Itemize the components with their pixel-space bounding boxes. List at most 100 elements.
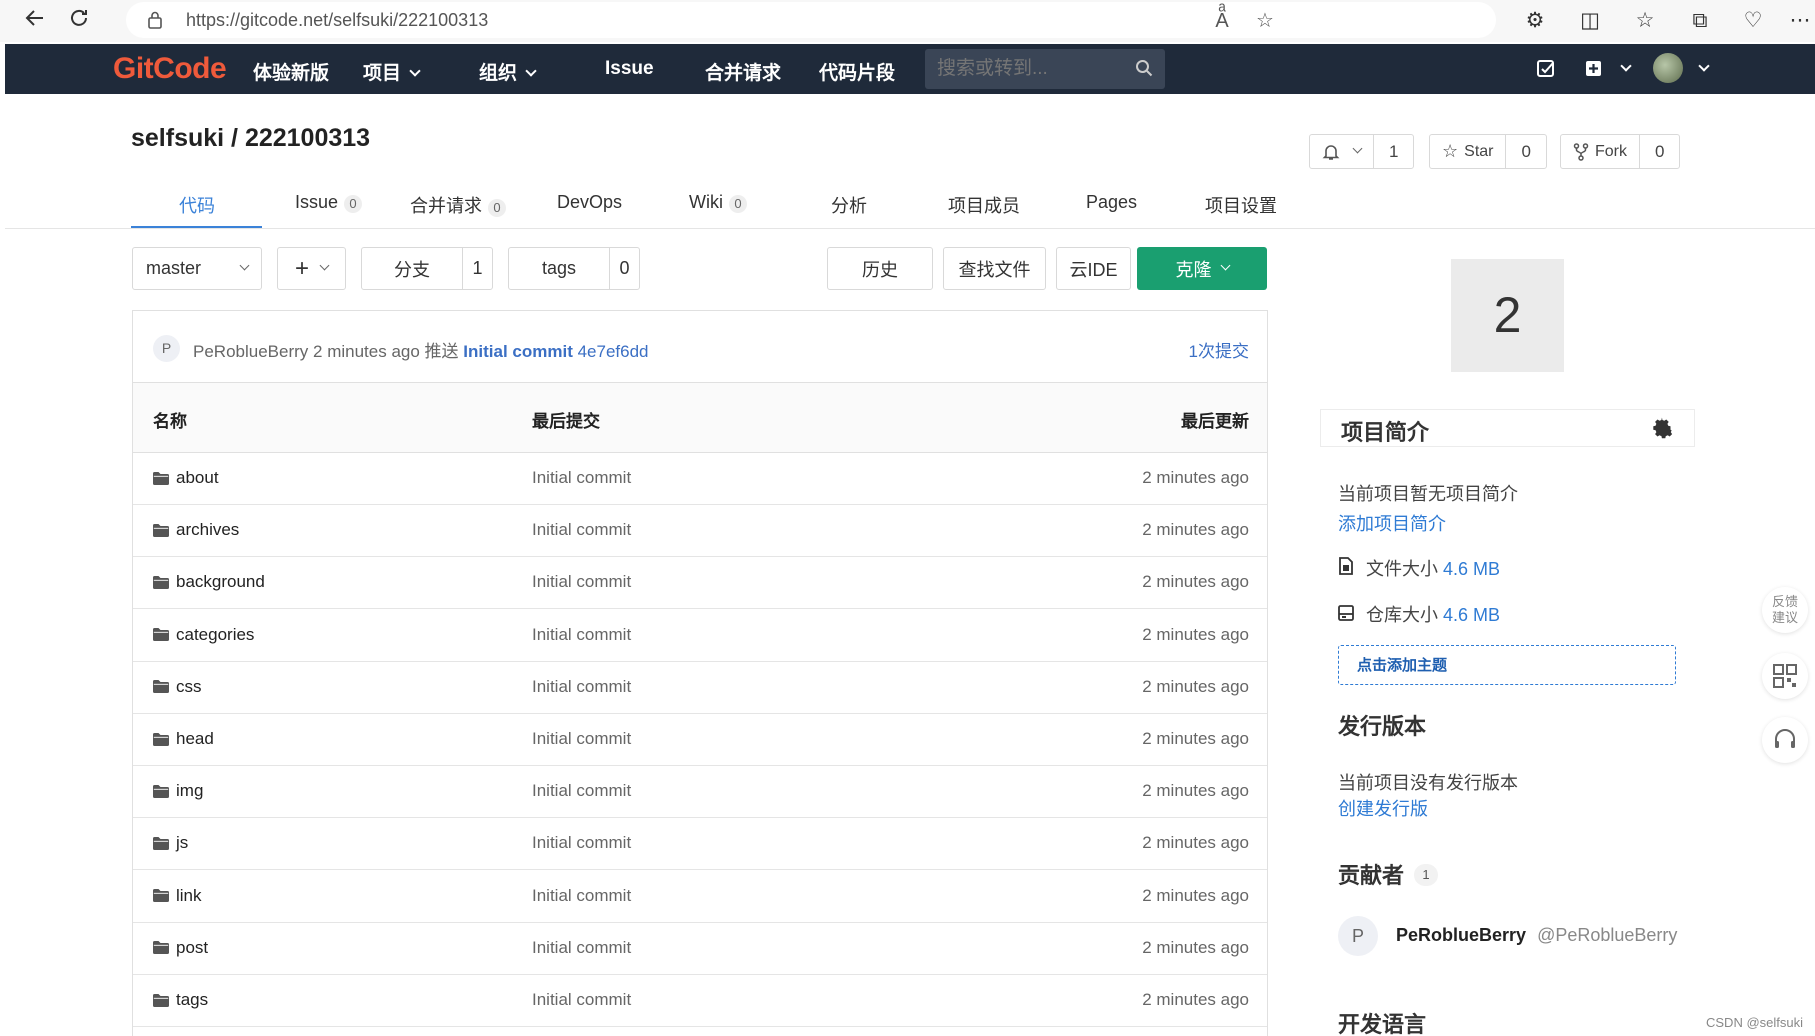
address-bar[interactable]: https://gitcode.net/selfsuki/222100313 A… <box>126 2 1496 38</box>
contributor[interactable]: PeRoblueBerry @PeRoblueBerry <box>1396 925 1677 946</box>
extensions-icon[interactable]: ⚙ <box>1520 6 1550 36</box>
file-name-link[interactable]: tags <box>153 990 208 1010</box>
more-icon[interactable]: ⋯ <box>1785 6 1815 36</box>
watch-button-group[interactable]: 1 <box>1309 134 1415 169</box>
watch-button[interactable] <box>1310 135 1373 168</box>
tab-issue[interactable]: Issue 0 <box>295 192 363 213</box>
table-row[interactable]: post Initial commit 2 minutes ago <box>133 923 1267 975</box>
fork-button-group[interactable]: Fork 0 <box>1560 134 1681 169</box>
add-intro-link[interactable]: 添加项目简介 <box>1338 510 1446 536</box>
table-row[interactable]: tags Initial commit 2 minutes ago <box>133 975 1267 1027</box>
tab-code[interactable]: 代码 <box>179 192 215 218</box>
tab-wiki[interactable]: Wiki 0 <box>689 192 747 213</box>
clone-button[interactable]: 克隆 <box>1137 247 1267 290</box>
tags-button[interactable]: tags 0 <box>508 247 640 290</box>
chevron-down-icon[interactable] <box>1620 60 1632 72</box>
create-new-icon[interactable] <box>1581 56 1607 82</box>
nav-item-new-version[interactable]: 体验新版 <box>253 58 329 85</box>
commit-sha-link[interactable]: 4e7ef6dd <box>578 342 649 361</box>
repo-title[interactable]: selfsuki / 222100313 <box>131 124 370 153</box>
table-row[interactable]: categories Initial commit 2 minutes ago <box>133 610 1267 662</box>
branch-select[interactable]: master <box>132 247 262 290</box>
search-input[interactable] <box>925 49 1125 89</box>
row-updated-time: 2 minutes ago <box>1142 990 1249 1009</box>
collections-icon[interactable]: ⧉ <box>1685 6 1715 36</box>
row-commit-message[interactable]: Initial commit <box>532 886 631 906</box>
fork-button[interactable]: Fork <box>1561 135 1639 168</box>
file-name-link[interactable]: categories <box>153 625 254 645</box>
history-button[interactable]: 历史 <box>827 247 933 290</box>
row-commit-message[interactable]: Initial commit <box>532 833 631 853</box>
tab-members[interactable]: 项目成员 <box>948 192 1020 218</box>
commit-count-link[interactable]: 1次提交 <box>1189 337 1249 362</box>
gear-icon[interactable] <box>1650 416 1674 440</box>
add-dropdown[interactable]: + <box>277 247 346 290</box>
row-commit-message[interactable]: Initial commit <box>532 990 631 1010</box>
tab-merge-requests[interactable]: 合并请求 0 <box>410 192 506 218</box>
tab-analytics[interactable]: 分析 <box>831 192 867 218</box>
row-commit-message[interactable]: Initial commit <box>532 781 631 801</box>
split-screen-icon[interactable]: ◫ <box>1575 6 1605 36</box>
table-row[interactable]: img Initial commit 2 minutes ago <box>133 766 1267 819</box>
file-name-link[interactable]: background <box>153 572 265 592</box>
star-button-group[interactable]: ☆ Star 0 <box>1429 134 1547 169</box>
tab-settings[interactable]: 项目设置 <box>1205 192 1277 218</box>
branches-button[interactable]: 分支 1 <box>361 247 493 290</box>
table-row[interactable]: js Initial commit 2 minutes ago <box>133 818 1267 871</box>
favorite-star-icon[interactable]: ☆ <box>1252 8 1278 34</box>
chevron-down-icon[interactable] <box>1698 60 1710 72</box>
support-button[interactable] <box>1762 717 1808 763</box>
favorites-icon[interactable]: ☆ <box>1630 6 1660 36</box>
read-aloud-icon[interactable]: Aͣ <box>1209 8 1235 34</box>
nav-item-issue[interactable]: Issue <box>605 58 654 80</box>
add-topic-button[interactable]: 点击添加主题 <box>1338 645 1676 685</box>
refresh-icon[interactable] <box>64 6 94 36</box>
nav-item-projects[interactable]: 项目 <box>363 58 421 85</box>
commit-author[interactable]: PeRoblueBerry <box>193 342 308 361</box>
performance-icon[interactable]: ♡ <box>1738 6 1768 36</box>
table-row[interactable]: css Initial commit 2 minutes ago <box>133 662 1267 714</box>
table-row[interactable]: about Initial commit 2 minutes ago <box>133 453 1267 505</box>
row-commit-message[interactable]: Initial commit <box>532 938 631 958</box>
find-file-button[interactable]: 查找文件 <box>943 247 1046 290</box>
file-name-link[interactable]: archives <box>153 520 239 540</box>
search-icon[interactable] <box>1135 59 1153 77</box>
feedback-button[interactable]: 反馈建议 <box>1762 587 1808 633</box>
file-name-link[interactable]: about <box>153 468 219 488</box>
star-button[interactable]: ☆ Star <box>1430 135 1505 168</box>
tab-devops[interactable]: DevOps <box>557 192 622 213</box>
todo-check-icon[interactable] <box>1533 56 1559 82</box>
file-name-link[interactable]: img <box>153 781 203 801</box>
file-name-link[interactable]: head <box>153 729 214 749</box>
search-box[interactable] <box>925 49 1165 89</box>
commit-message-link[interactable]: Initial commit <box>463 342 573 361</box>
row-commit-message[interactable]: Initial commit <box>532 729 631 749</box>
file-name-link[interactable]: post <box>153 938 208 958</box>
table-row[interactable]: archives Initial commit 2 minutes ago <box>133 505 1267 558</box>
create-release-link[interactable]: 创建发行版 <box>1338 795 1428 821</box>
row-commit-message[interactable]: Initial commit <box>532 468 631 488</box>
gitcode-logo[interactable]: GitCode <box>113 52 227 86</box>
table-row[interactable]: head Initial commit 2 minutes ago <box>133 714 1267 766</box>
file-name-link[interactable]: css <box>153 677 202 697</box>
nav-item-snippets[interactable]: 代码片段 <box>819 58 895 85</box>
back-arrow-icon[interactable] <box>20 6 50 36</box>
nav-item-groups[interactable]: 组织 <box>479 58 537 85</box>
qr-code-button[interactable] <box>1762 653 1808 699</box>
tab-pages[interactable]: Pages <box>1086 192 1137 213</box>
table-row[interactable]: link Initial commit 2 minutes ago <box>133 871 1267 923</box>
web-ide-button[interactable]: 云IDE <box>1056 247 1131 290</box>
author-avatar[interactable]: P <box>153 335 180 362</box>
row-commit-message[interactable]: Initial commit <box>532 572 631 592</box>
table-row[interactable]: background Initial commit 2 minutes ago <box>133 557 1267 610</box>
fork-count: 0 <box>1639 135 1679 168</box>
file-name-link[interactable]: link <box>153 886 202 906</box>
contributor-name[interactable]: PeRoblueBerry <box>1396 925 1526 945</box>
row-commit-message[interactable]: Initial commit <box>532 625 631 645</box>
row-commit-message[interactable]: Initial commit <box>532 520 631 540</box>
row-commit-message[interactable]: Initial commit <box>532 677 631 697</box>
file-name-link[interactable]: js <box>153 833 188 853</box>
contributor-avatar[interactable]: P <box>1338 916 1378 956</box>
user-avatar[interactable] <box>1653 53 1683 83</box>
nav-item-merge-requests[interactable]: 合并请求 <box>705 58 781 85</box>
